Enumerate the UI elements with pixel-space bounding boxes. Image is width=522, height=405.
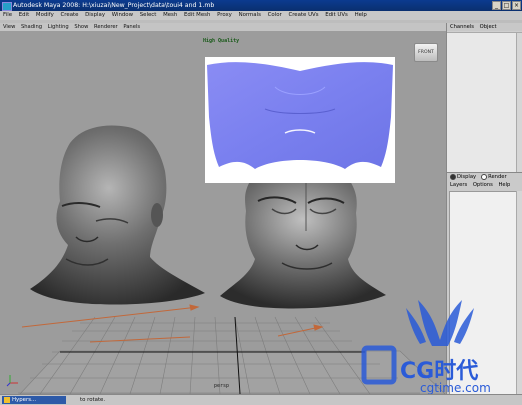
- radio-display-icon: [450, 173, 456, 180]
- tab-object[interactable]: Object: [480, 24, 497, 30]
- menu-normals[interactable]: Normals: [239, 12, 261, 18]
- window-title: Autodesk Maya 2008: H:\xiuzai\New_Projec…: [13, 2, 215, 9]
- head-sculpt-left[interactable]: [30, 125, 205, 305]
- hypershade-icon: [4, 397, 10, 403]
- panel-menu-show[interactable]: Show: [74, 24, 88, 30]
- hypershade-taskbar-button[interactable]: Hypers...: [2, 396, 66, 404]
- panel-menu-lighting[interactable]: Lighting: [48, 24, 69, 30]
- menu-select[interactable]: Select: [140, 12, 157, 18]
- layer-mode-render[interactable]: Render: [481, 173, 507, 182]
- menu-edit-mesh[interactable]: Edit Mesh: [184, 12, 210, 18]
- menu-modify[interactable]: Modify: [36, 12, 54, 18]
- menu-window[interactable]: Window: [112, 12, 133, 18]
- layer-mode-render-label: Render: [488, 174, 507, 180]
- view-cube[interactable]: FRONT: [414, 43, 438, 62]
- layer-mode-display-label: Display: [457, 174, 477, 180]
- maximize-button[interactable]: □: [502, 1, 511, 10]
- menu-create[interactable]: Create: [61, 12, 79, 18]
- menu-proxy[interactable]: Proxy: [217, 12, 232, 18]
- layer-menu-help[interactable]: Help: [499, 182, 511, 188]
- cgtime-watermark: CG时代 cgtime.com: [361, 300, 491, 394]
- menu-display[interactable]: Display: [85, 12, 105, 18]
- menu-edit-uvs[interactable]: Edit UVs: [325, 12, 348, 18]
- head-sculpt-right[interactable]: [220, 181, 386, 309]
- menu-edit[interactable]: Edit: [19, 12, 29, 18]
- hypershade-label: Hypers...: [12, 397, 37, 403]
- panel-menu-view[interactable]: View: [3, 24, 15, 30]
- channel-box-scrollbar[interactable]: [516, 33, 522, 173]
- menu-help[interactable]: Help: [355, 12, 367, 18]
- tab-channels[interactable]: Channels: [450, 24, 474, 30]
- radio-render-icon: [481, 173, 488, 180]
- close-button[interactable]: ×: [512, 1, 521, 10]
- panel-menu-shading[interactable]: Shading: [21, 24, 42, 30]
- help-text: to rotate.: [80, 397, 106, 403]
- layer-mode-display[interactable]: Display: [450, 173, 476, 182]
- title-bar: Autodesk Maya 2008: H:\xiuzai\New_Projec…: [0, 0, 522, 11]
- panel-menu-panels[interactable]: Panels: [123, 24, 140, 30]
- channel-box-tabs: Channels Object: [447, 23, 522, 31]
- axis-indicator: [6, 375, 18, 387]
- camera-label: persp: [214, 383, 230, 389]
- menu-color[interactable]: Color: [268, 12, 282, 18]
- layer-menu: Layers Options Help: [447, 182, 522, 189]
- menu-mesh[interactable]: Mesh: [163, 12, 177, 18]
- panel-menu-renderer[interactable]: Renderer: [94, 24, 118, 30]
- maya-app-icon: [2, 2, 12, 11]
- menu-create-uvs[interactable]: Create UVs: [288, 12, 318, 18]
- watermark-url: cgtime.com: [420, 381, 491, 394]
- layer-menu-options[interactable]: Options: [473, 182, 493, 188]
- quality-label: High Quality: [203, 38, 240, 44]
- maya-window: Autodesk Maya 2008: H:\xiuzai\New_Projec…: [0, 0, 522, 405]
- normal-map-texture: [205, 57, 395, 183]
- channel-box-body: [447, 32, 522, 173]
- minimize-button[interactable]: _: [492, 1, 501, 10]
- help-line: Hypers... to rotate.: [0, 394, 522, 405]
- normal-map-image: [207, 62, 393, 169]
- layer-menu-layers[interactable]: Layers: [450, 182, 467, 188]
- menu-file[interactable]: File: [3, 12, 12, 18]
